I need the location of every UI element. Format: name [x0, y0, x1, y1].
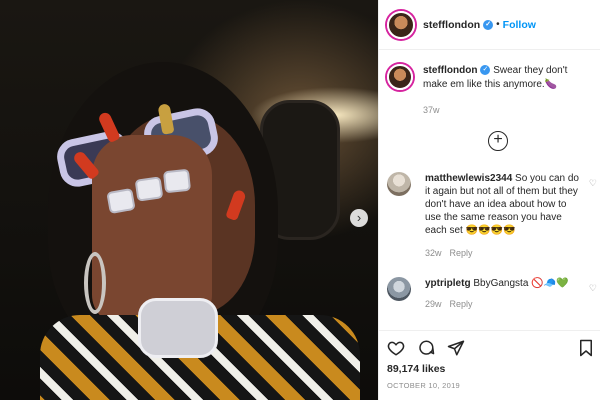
post-caption: stefflondon ✓ Swear they don't make em li…	[379, 50, 600, 117]
caption-timestamp[interactable]: 37w	[423, 103, 592, 117]
heart-icon[interactable]	[387, 339, 405, 357]
verified-badge-icon: ✓	[480, 65, 491, 76]
follow-button[interactable]: Follow	[503, 19, 536, 31]
comment-timestamp[interactable]: 29w	[425, 299, 442, 309]
comment-body: matthewlewis2344 So you can do it again …	[425, 172, 585, 260]
action-icons-row	[387, 337, 593, 359]
comment-meta: 32w Reply	[425, 247, 585, 260]
comment-emoji: 🚫🧢💚	[531, 278, 569, 289]
post-date[interactable]: OCTOBER 10, 2019	[387, 381, 593, 390]
photo-earring	[84, 252, 106, 314]
comment-bubble-icon[interactable]	[417, 339, 435, 357]
heart-icon[interactable]: ♡	[589, 283, 597, 294]
heart-icon[interactable]: ♡	[589, 178, 597, 189]
photo-ring	[134, 176, 164, 202]
caption-emoji: 🍆	[544, 79, 558, 90]
bookmark-icon[interactable]	[579, 339, 593, 357]
photo-ring	[162, 168, 192, 194]
photo-ring	[106, 187, 136, 215]
plus-circle-icon[interactable]: +	[488, 131, 508, 151]
separator-dot: •	[496, 19, 500, 30]
post-header: stefflondon ✓ • Follow	[379, 0, 600, 50]
comment-timestamp[interactable]: 32w	[425, 248, 442, 258]
reply-button[interactable]: Reply	[450, 299, 473, 309]
header-username[interactable]: stefflondon ✓	[423, 19, 494, 31]
caption-body: stefflondon ✓ Swear they don't make em li…	[423, 64, 592, 117]
likes-count[interactable]: 89,174 likes	[387, 363, 593, 375]
username-text[interactable]: stefflondon	[423, 19, 480, 31]
reply-button[interactable]: Reply	[450, 248, 473, 258]
comment-meta: 29w Reply	[425, 298, 585, 311]
avatar[interactable]	[387, 172, 411, 196]
comment-item: yptripletg BbyGangsta 🚫🧢💚 29w Reply ♡	[387, 277, 597, 311]
verified-badge-icon: ✓	[483, 19, 494, 30]
comment-item: matthewlewis2344 So you can do it again …	[387, 172, 597, 260]
caption-username[interactable]: stefflondon	[423, 65, 477, 76]
post-photo[interactable]: ›	[0, 0, 378, 400]
photo-watch	[138, 298, 218, 358]
post-side-panel: stefflondon ✓ • Follow stefflondon ✓ Swear…	[378, 0, 600, 400]
comment-text: BbyGangsta	[473, 278, 529, 289]
post-actions: 89,174 likes OCTOBER 10, 2019	[379, 330, 600, 390]
chevron-right-icon[interactable]: ›	[350, 209, 368, 227]
photo-hand	[92, 135, 212, 325]
comment-body: yptripletg BbyGangsta 🚫🧢💚 29w Reply	[425, 277, 585, 311]
avatar[interactable]	[387, 10, 415, 39]
paper-plane-icon[interactable]	[447, 339, 465, 357]
comment-username[interactable]: matthewlewis2344	[425, 173, 512, 184]
comment-emoji: 😎😎😎😎	[465, 225, 516, 236]
comment-username[interactable]: yptripletg	[425, 278, 471, 289]
avatar[interactable]	[387, 64, 413, 90]
avatar[interactable]	[387, 277, 411, 301]
